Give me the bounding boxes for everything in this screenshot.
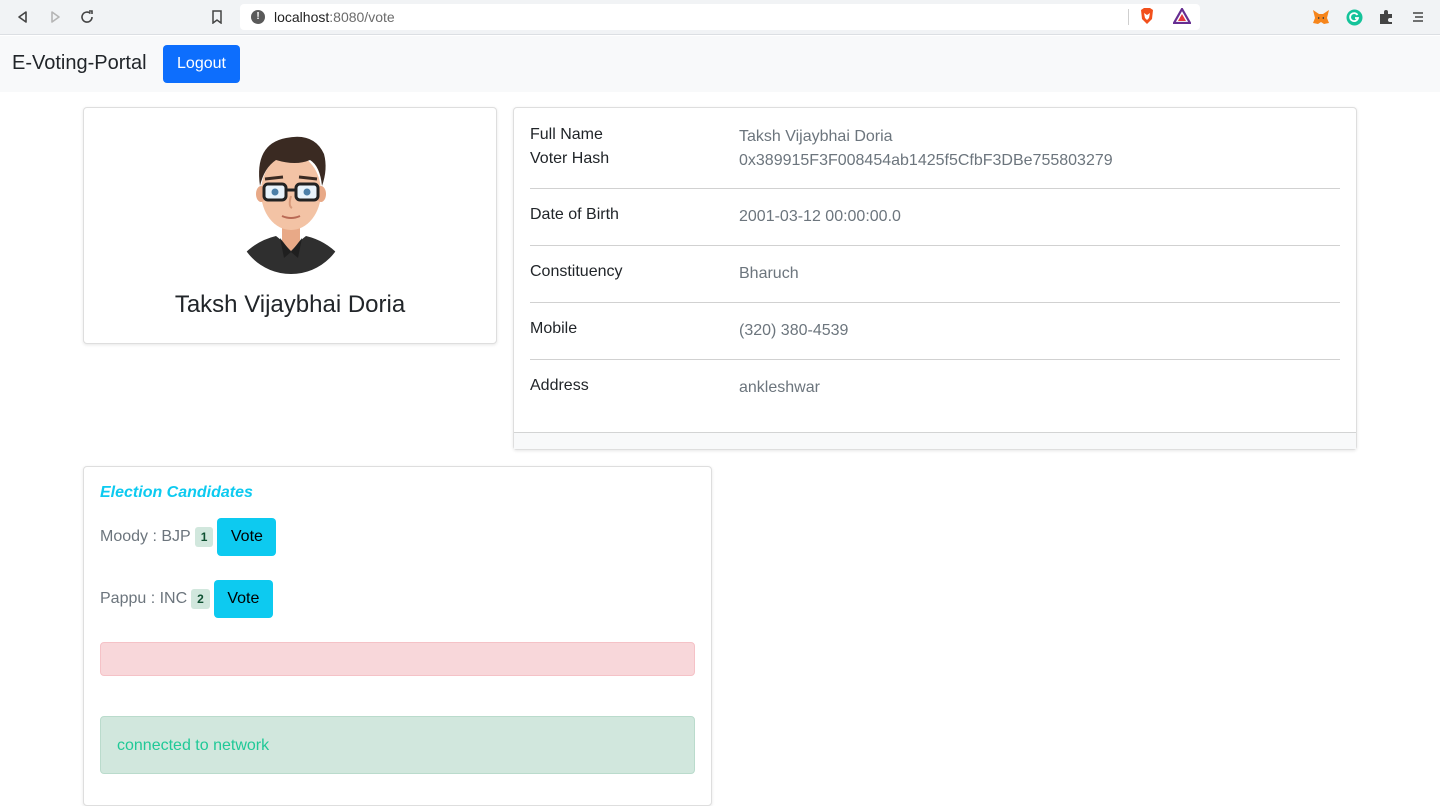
candidate-badge: 1 [194,527,214,547]
brave-rewards-icon[interactable] [1173,7,1191,25]
candidate-row: Pappu : INC 2 Vote [100,580,273,618]
grammarly-icon[interactable] [1345,8,1363,26]
vote-button[interactable]: Vote [217,518,277,556]
browser-toolbar: ! localhost:8080/vote [0,0,1440,35]
detail-row-dob: Date of Birth 2001-03-12 00:00:00.0 [530,189,1340,246]
error-alert [100,642,695,676]
dob-label: Date of Birth [530,206,619,223]
back-icon[interactable] [12,6,34,28]
logout-button[interactable]: Logout [163,45,240,83]
status-message: connected to network [117,737,270,754]
voter-hash-label: Voter Hash [530,150,610,167]
candidates-card: Election Candidates Moody : BJP 1 Vote P… [83,466,712,806]
detail-row-name-hash: Full Name Voter Hash Taksh Vijaybhai Dor… [530,124,1340,189]
mobile-label: Mobile [530,320,578,337]
address-bar[interactable]: ! localhost:8080/vote [240,4,1200,30]
extensions-icon[interactable] [1377,8,1395,26]
mobile-value: (320) 380-4539 [739,322,849,339]
reload-icon[interactable] [76,6,98,28]
detail-row-address: Address ankleshwar [530,360,1340,420]
url-text: localhost:8080/vote [274,9,395,25]
vote-button[interactable]: Vote [213,580,273,618]
candidate-label: Moody : BJP [100,528,191,545]
full-name-value: Taksh Vijaybhai Doria [739,128,893,145]
brave-shield-icon[interactable] [1138,7,1156,25]
detail-row-mobile: Mobile (320) 380-4539 [530,303,1340,360]
address-label: Address [530,377,589,394]
constituency-value: Bharuch [739,265,799,282]
site-info-icon[interactable]: ! [251,10,265,24]
constituency-label: Constituency [530,263,623,280]
voter-details-card: Full Name Voter Hash Taksh Vijaybhai Dor… [513,107,1357,450]
candidate-row: Moody : BJP 1 Vote [100,518,277,556]
detail-row-constituency: Constituency Bharuch [530,246,1340,303]
address-value: ankleshwar [739,379,820,396]
profile-name: Taksh Vijaybhai Doria [174,291,406,318]
candidate-label: Pappu : INC [100,590,188,607]
status-alert: connected to network [100,716,695,774]
forward-icon[interactable] [44,6,66,28]
candidate-badge: 2 [191,589,210,609]
app-navbar: E-Voting-Portal Logout [0,36,1440,92]
menu-icon[interactable] [1409,8,1427,26]
card-footer [514,432,1356,449]
bookmark-icon[interactable] [206,6,228,28]
voter-hash-value: 0x389915F3F008454ab1425f5CfbF3DBe7558032… [739,152,1113,169]
metamask-icon[interactable] [1312,8,1330,26]
dob-value: 2001-03-12 00:00:00.0 [739,208,901,225]
profile-card: Taksh Vijaybhai Doria [83,107,497,344]
avatar [236,124,346,274]
brand-title[interactable]: E-Voting-Portal [12,52,147,75]
candidates-title: Election Candidates [100,484,253,501]
full-name-label: Full Name [530,126,603,143]
